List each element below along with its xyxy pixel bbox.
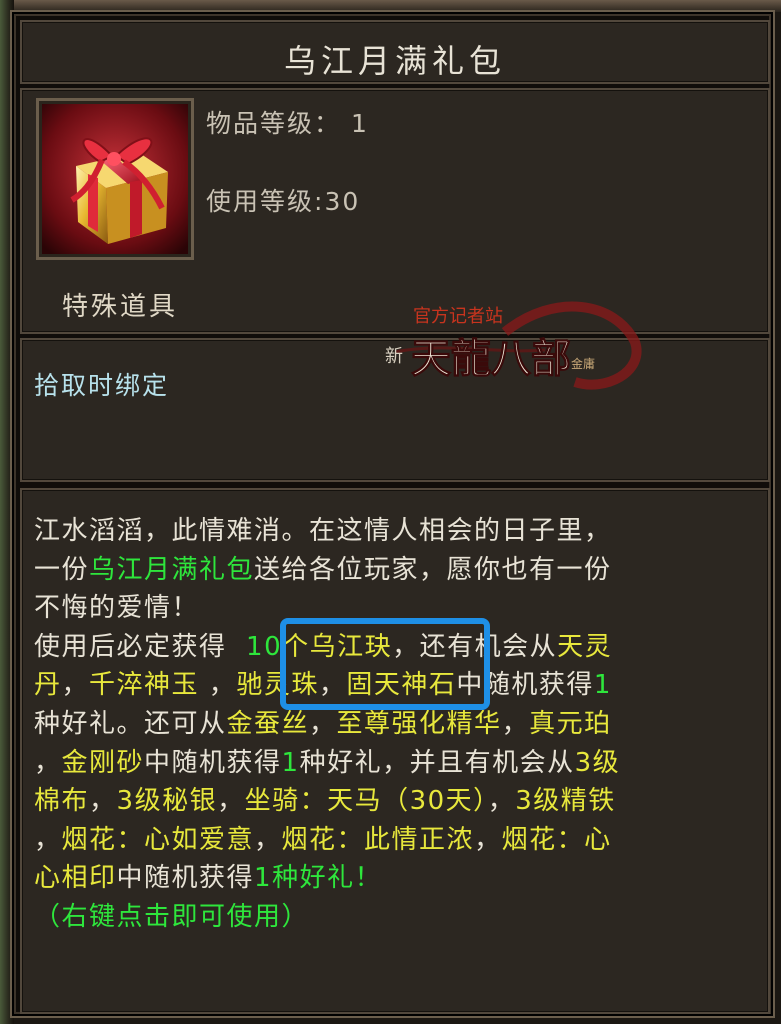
desc-text: ， xyxy=(487,786,516,817)
item-category: 特殊道具 xyxy=(62,292,179,322)
use-level: 使用等级:30 xyxy=(206,182,360,218)
watermark-main: 天龍八部 xyxy=(411,336,571,381)
desc-line: 种好礼。还可从金蚕丝，至尊强化精华，真元珀 xyxy=(34,705,738,744)
reward-item: 棉布 xyxy=(34,786,90,817)
desc-text: 一份 xyxy=(34,554,90,585)
desc-text: ， xyxy=(34,747,62,778)
desc-text: 种好礼，并且有机会从 xyxy=(299,747,575,778)
item-level-label: 物品等级： xyxy=(206,109,342,138)
item-level-value: 1 xyxy=(350,109,369,138)
desc-line: ，烟花：心如爱意，烟花：此情正浓，烟花：心 xyxy=(34,821,738,860)
reward-item: 3级精铁 xyxy=(515,786,616,817)
desc-text: 中随机获得 xyxy=(144,747,282,778)
description-panel: 江水滔滔，此情难消。在这情人相会的日子里， 一份乌江月满礼包送给各位玩家，愿你也… xyxy=(20,488,770,1014)
desc-line: ，金刚砂中随机获得1种好礼，并且有机会从3级 xyxy=(34,744,738,783)
reward-count: 1 xyxy=(281,747,300,778)
reward-item: 千淬神玉 xyxy=(89,670,200,701)
use-level-value: :30 xyxy=(314,187,361,216)
desc-text: ， xyxy=(61,670,90,701)
reward-item: 至尊强化精华 xyxy=(336,708,502,739)
reward-item: 真元珀 xyxy=(529,708,612,739)
usage-hint: （右键点击即可使用） xyxy=(34,901,310,932)
desc-line: 心相印中随机获得1种好礼！ xyxy=(34,859,738,898)
desc-text: ， xyxy=(501,708,530,739)
desc-text: ， xyxy=(199,670,237,701)
desc-text: 种好礼。还可从 xyxy=(34,708,227,739)
desc-text: ， xyxy=(254,824,282,855)
annotation-highlight-box xyxy=(280,618,490,710)
reward-item: 坐骑：天马（30天） xyxy=(244,786,488,817)
desc-text: 送给各位玩家，愿你也有一份 xyxy=(254,554,612,585)
desc-text: ， xyxy=(34,824,62,855)
desc-text: ， xyxy=(309,708,337,739)
desc-line: 江水滔滔，此情难消。在这情人相会的日子里， xyxy=(34,512,738,551)
watermark-top: 官方记者站 xyxy=(413,306,503,326)
desc-text: 不悔的爱情！ xyxy=(34,593,200,624)
reward-count: 1 xyxy=(593,670,612,701)
title-panel: 乌江月满礼包 xyxy=(20,20,770,84)
desc-line: 一份乌江月满礼包送给各位玩家，愿你也有一份 xyxy=(34,551,738,590)
reward-count: 1种好礼！ xyxy=(254,863,383,894)
item-level: 物品等级： 1 xyxy=(206,104,369,140)
reward-item: 3级秘银 xyxy=(116,786,218,817)
gift-box-icon xyxy=(42,104,188,254)
desc-text: ， xyxy=(89,786,117,817)
item-icon-frame xyxy=(36,98,194,260)
watermark-suffix: 金庸 xyxy=(571,356,595,371)
reward-item: 天灵 xyxy=(557,631,613,662)
reward-count: 10 xyxy=(246,631,283,662)
reward-item: 心相印 xyxy=(34,863,117,894)
desc-text: 江水滔滔，此情难消。在这情人相会的日子里， xyxy=(34,516,612,546)
watermark-logo: 官方记者站 新 天龍八部 金庸 xyxy=(385,301,642,390)
reward-item: 烟花：心 xyxy=(501,824,612,855)
reward-item: 烟花：心如爱意 xyxy=(61,824,255,855)
reward-item: 烟花：此情正浓 xyxy=(281,824,475,855)
reward-item: 3级 xyxy=(574,747,621,778)
desc-text: 使用后必定获得 xyxy=(34,631,247,662)
reward-item: 金蚕丝 xyxy=(226,708,310,739)
item-description: 江水滔滔，此情难消。在这情人相会的日子里， 一份乌江月满礼包送给各位玩家，愿你也… xyxy=(34,512,738,937)
desc-text: 中随机获得 xyxy=(116,863,255,894)
desc-text: ， xyxy=(474,824,502,855)
reward-item: 金刚砂 xyxy=(61,747,145,778)
watermark-prefix: 新 xyxy=(385,346,403,366)
desc-line: 棉布，3级秘银，坐骑：天马（30天），3级精铁 xyxy=(34,782,738,821)
reward-item: 丹 xyxy=(34,670,62,701)
binding-text: 拾取时绑定 xyxy=(34,371,170,400)
desc-line: （右键点击即可使用） xyxy=(34,898,738,937)
item-title: 乌江月满礼包 xyxy=(283,42,506,80)
item-name-highlight: 乌江月满礼包 xyxy=(89,554,255,585)
use-level-label: 使用等级 xyxy=(206,187,315,216)
desc-text: ， xyxy=(217,786,245,817)
